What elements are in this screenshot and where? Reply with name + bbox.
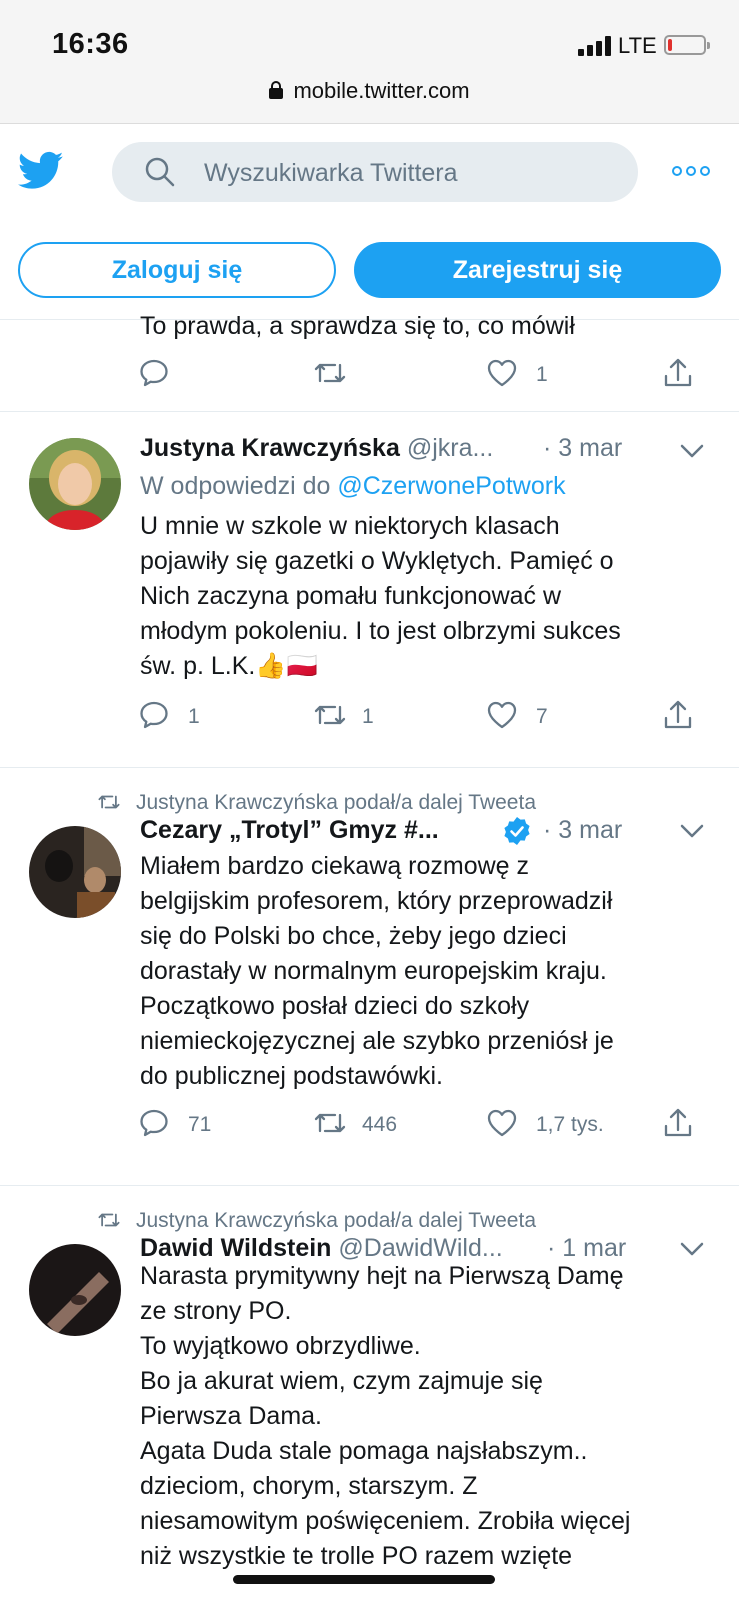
tweet-text: U mnie w szkole w niektorych klasach poj…: [140, 512, 621, 680]
chevron-down-icon[interactable]: [680, 1241, 704, 1257]
author-handle[interactable]: @jkra...: [407, 434, 494, 462]
retweet-note-text: Justyna Krawczyńska podał/a dalej Tweeta: [136, 1209, 537, 1232]
tweet-actions: 71 446 1,7 tys.: [138, 1107, 718, 1143]
url-text: mobile.twitter.com: [293, 78, 470, 103]
share-icon: [664, 358, 692, 387]
tweet-item[interactable]: To prawda, a sprawdza się to, co mówił 1: [0, 312, 739, 412]
chevron-down-icon[interactable]: [680, 443, 704, 459]
retweet-icon: [314, 363, 346, 383]
retweet-icon: [98, 795, 120, 809]
author-name[interactable]: Cezary „Trotyl” Gmyz #...: [140, 816, 439, 844]
like-count: 1: [536, 363, 548, 386]
chevron-down-icon[interactable]: [680, 823, 704, 839]
heart-icon: [487, 1109, 517, 1137]
retweet-context: Justyna Krawczyńska podał/a dalej Tweeta: [96, 791, 536, 815]
retweet-context: Justyna Krawczyńska podał/a dalej Tweeta: [96, 1209, 536, 1233]
heart-icon: [487, 359, 517, 387]
network-label: LTE: [618, 33, 657, 58]
retweet-icon: [98, 1213, 120, 1227]
reply-mention-link[interactable]: @CzerwonePotwork: [337, 472, 565, 500]
reply-count: 71: [188, 1113, 212, 1136]
tweet-actions: 1: [138, 357, 718, 393]
tweet-actions: 1 1 7: [138, 699, 718, 735]
search-placeholder: Wyszukiwarka Twittera: [204, 159, 458, 187]
share-icon: [664, 1108, 692, 1137]
reply-context: W odpowiedzi do @CzerwonePotwork: [140, 472, 566, 501]
retweet-count: 1: [362, 705, 374, 728]
avatar[interactable]: [29, 1244, 121, 1336]
author-name[interactable]: Justyna Krawczyńska: [140, 434, 400, 462]
tweet-item[interactable]: Justyna Krawczyńska podał/a dalej Tweeta…: [0, 768, 739, 1186]
home-indicator[interactable]: [233, 1575, 495, 1584]
retweet-icon: [314, 1113, 346, 1133]
tweet-date[interactable]: · 3 mar: [543, 434, 622, 463]
avatar[interactable]: [29, 438, 121, 530]
retweet-note-text: Justyna Krawczyńska podał/a dalej Tweeta: [136, 791, 537, 814]
tweet-text: To prawda, a sprawdza się to, co mówił: [140, 312, 575, 340]
retweet-count: 446: [362, 1113, 398, 1136]
retweet-icon: [314, 705, 346, 725]
signup-button[interactable]: Zarejestruj się: [354, 242, 721, 298]
status-time: 16:36: [52, 28, 129, 60]
login-button[interactable]: Zaloguj się: [18, 242, 336, 298]
tweet-text: Miałem bardzo ciekawą rozmowę z belgijsk…: [140, 852, 614, 1090]
tweet-header: Cezary „Trotyl” Gmyz #... · 3 mar: [140, 816, 710, 848]
heart-icon: [487, 701, 517, 729]
tweet-date[interactable]: · 3 mar: [543, 816, 622, 845]
twitter-header: Wyszukiwarka Twittera Zaloguj się Zareje…: [0, 125, 739, 320]
like-count: 1,7 tys.: [536, 1113, 604, 1136]
reply-icon: [140, 359, 168, 387]
address-bar[interactable]: mobile.twitter.com: [0, 78, 739, 104]
author-handle[interactable]: @DawidWild...: [338, 1234, 502, 1262]
search-icon: [145, 157, 175, 187]
tweet-header: Justyna Krawczyńska @jkra... · 3 mar: [140, 434, 710, 466]
tweet-item[interactable]: Justyna Krawczyńska @jkra... · 3 mar W o…: [0, 412, 739, 768]
author-name[interactable]: Dawid Wildstein: [140, 1234, 331, 1262]
reply-prefix: W odpowiedzi do: [140, 472, 338, 500]
more-options-icon[interactable]: [672, 165, 712, 179]
lock-icon: [269, 81, 284, 99]
twitter-bird-icon[interactable]: [18, 151, 64, 191]
tweet-item[interactable]: Justyna Krawczyńska podał/a dalej Tweeta…: [0, 1186, 739, 1600]
avatar[interactable]: [29, 826, 121, 918]
reply-count: 1: [188, 705, 200, 728]
like-count: 7: [536, 705, 548, 728]
reply-icon: [140, 701, 168, 729]
verified-badge-icon: [504, 817, 530, 845]
battery-icon: [664, 35, 710, 55]
search-input[interactable]: Wyszukiwarka Twittera: [112, 142, 638, 202]
browser-status-area: 16:36 LTE mobile.twitter.com: [0, 0, 739, 124]
reply-icon: [140, 1109, 168, 1137]
tweet-text: Narasta prymitywny hejt na Pierwszą Damę…: [140, 1262, 631, 1570]
share-icon: [664, 700, 692, 729]
signal-icon: [578, 36, 612, 56]
